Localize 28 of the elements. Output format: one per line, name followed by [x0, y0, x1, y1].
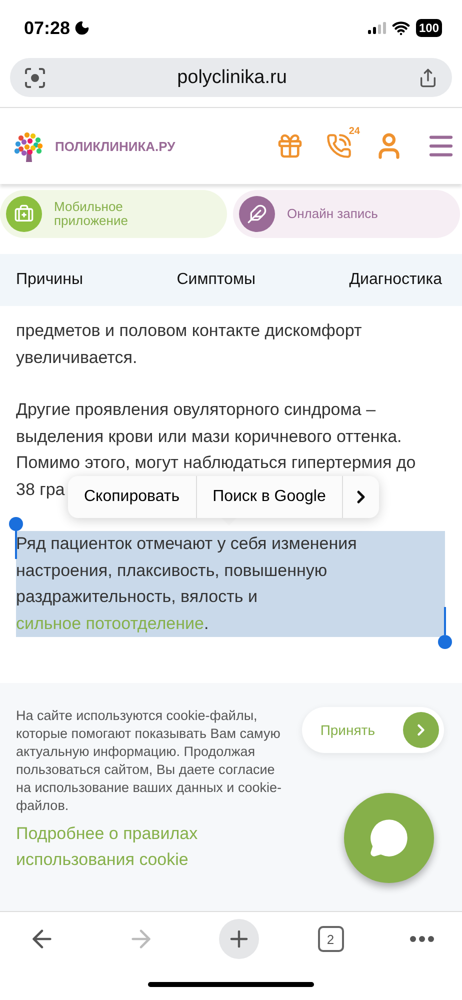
speech-bubble-icon — [369, 818, 409, 858]
menu-item[interactable]: Скопировать — [68, 476, 197, 518]
url-text: polyclinika.ru — [177, 66, 287, 88]
selection-end-handle[interactable] — [438, 607, 452, 649]
share-icon[interactable] — [418, 68, 438, 88]
section-tab[interactable]: Причины — [16, 271, 83, 289]
new-tab-button[interactable] — [219, 919, 259, 959]
battery-level: 100 — [416, 19, 442, 37]
promo-button[interactable]: Онлайн запись — [233, 190, 460, 238]
moon-icon — [74, 20, 90, 36]
paragraph-fragment: 38 гра — [16, 478, 65, 500]
address-bar[interactable]: polyclinika.ru — [10, 58, 452, 97]
tab-count-button[interactable]: 2 — [318, 926, 344, 952]
medkit-icon — [14, 204, 34, 224]
cookie-text: На сайте используются cookie-файлы, которые помогают показывать Вам самую актуальную информацию. Продолжая пользоваться сайтом, Вы даете согласие на использование ваших данных и cookie-файлов. — [16, 707, 282, 815]
signal-icon — [368, 22, 386, 34]
tree-logo-icon[interactable] — [13, 130, 45, 162]
brand-name[interactable]: ПОЛИКЛИНИКА.РУ — [55, 138, 176, 154]
more-dots-icon — [410, 936, 434, 942]
section-tab[interactable]: Диагностика — [349, 271, 442, 289]
section-tab[interactable]: Симптомы — [176, 271, 256, 289]
paragraph-text: Другие проявления овуляторного синдрома – выделения крови или мази коричневого оттенка. Помимо этого, могут наблюдаться гипертермия до — [16, 399, 417, 474]
camera-scan-icon[interactable] — [24, 66, 46, 88]
wifi-icon — [392, 19, 410, 37]
phone-hours-label: 24 — [348, 126, 360, 137]
status-time: 07:28 — [24, 18, 70, 38]
feather-icon — [247, 204, 267, 224]
paragraph-text: предметов и половом контакте дискомфорт увеличивается. — [16, 320, 363, 368]
